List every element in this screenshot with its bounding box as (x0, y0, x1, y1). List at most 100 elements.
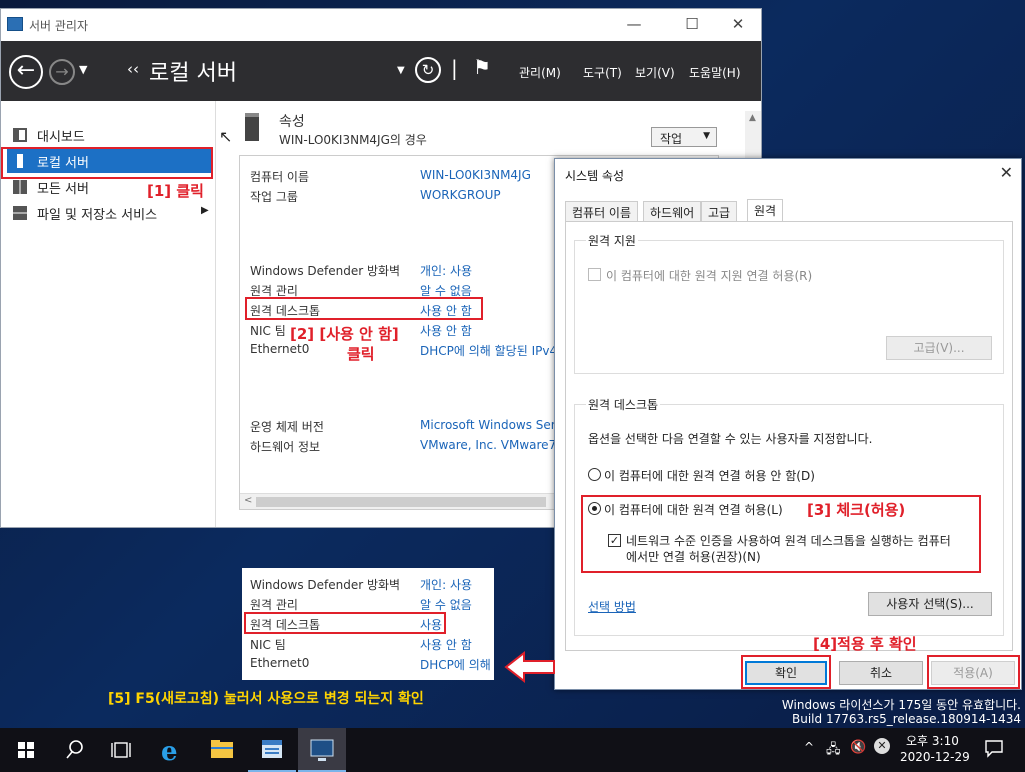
server-manager-app-icon (7, 17, 23, 31)
history-dropdown-icon[interactable]: ▼ (79, 63, 87, 76)
title-bar: 서버 관리자 — ☐ ✕ (1, 9, 761, 41)
network-icon[interactable]: 🖧 (826, 740, 841, 762)
breadcrumb-chevron-icon: ‹‹ (127, 60, 139, 78)
prop-value-firewall[interactable]: 개인: 사용 (420, 262, 472, 279)
folder-icon (211, 740, 233, 758)
taskbar: e ^ 🖧 🔇 ✕ 오후 3:10 2020-12-29 (0, 728, 1025, 772)
clock-time[interactable]: 오후 3:10 (906, 732, 959, 749)
tab-remote[interactable]: 원격 (747, 199, 784, 222)
back-arrow-icon[interactable]: ← (9, 55, 43, 89)
prop-label: Ethernet0 (250, 342, 310, 356)
prop-value-nic-teaming[interactable]: 사용 안 함 (420, 322, 472, 339)
prop-value-computer-name[interactable]: WIN-LO0KI3NM4JG (420, 168, 531, 182)
task-dropdown-button[interactable]: 작업 ▼ (651, 127, 717, 147)
menu-manage[interactable]: 관리(M) (519, 64, 561, 81)
tray-expand-icon[interactable]: ^ (804, 740, 814, 754)
prop-label: Windows Defender 방화벽 (250, 264, 401, 278)
tab-computer-name[interactable]: 컴퓨터 이름 (565, 201, 639, 221)
system-properties-taskbar-button[interactable] (298, 728, 346, 772)
advanced-button[interactable]: 고급(V)... (886, 336, 992, 360)
refresh-icon[interactable]: ↻ (415, 57, 441, 83)
separator: | (451, 56, 458, 80)
task-view-button[interactable] (98, 728, 146, 772)
menu-tools[interactable]: 도구(T) (583, 64, 622, 81)
highlight-box-allow-remote (581, 495, 981, 573)
select-users-button[interactable]: 사용자 선택(S)... (868, 592, 992, 616)
result-inset: Windows Defender 방화벽 개인: 사용 원격 관리 알 수 없음… (242, 568, 494, 680)
highlight-box-remote-desktop (245, 297, 483, 320)
sidebar-item-file-storage[interactable]: 파일 및 저장소 서비스 ▶ (7, 201, 212, 225)
servers-icon (13, 180, 27, 194)
maximize-button[interactable]: ☐ (677, 15, 707, 33)
file-explorer-button[interactable] (198, 728, 246, 772)
dashboard-icon (13, 128, 27, 142)
storage-icon (13, 206, 27, 220)
prop-value-os-version: Microsoft Windows Serve (420, 418, 571, 432)
tab-advanced[interactable]: 고급 (701, 201, 738, 221)
left-arrow-icon (504, 650, 555, 684)
chevron-right-icon: ▶ (201, 205, 209, 216)
scroll-up-icon[interactable]: ▲ (749, 113, 756, 123)
highlight-box-inset-remote-desktop (244, 612, 446, 634)
tab-hardware[interactable]: 하드웨어 (643, 201, 702, 221)
server-tower-icon (245, 113, 259, 141)
close-button[interactable]: ✕ (723, 15, 753, 33)
clock-date[interactable]: 2020-12-29 (900, 750, 970, 764)
svg-text:e: e (161, 737, 178, 767)
inset-value-remote-management: 알 수 없음 (420, 598, 472, 612)
prop-value-ethernet0[interactable]: DHCP에 의해 할당된 IPv4 (420, 342, 557, 359)
task-view-icon (111, 742, 131, 758)
remote-assistance-checkbox[interactable] (588, 268, 601, 281)
help-link[interactable]: 선택 방법 (588, 598, 636, 615)
highlight-box-apply (927, 655, 1020, 689)
chevron-down-icon: ▼ (703, 131, 710, 141)
notification-center-icon[interactable] (984, 738, 1004, 758)
prop-value-workgroup[interactable]: WORKGROUP (420, 188, 501, 202)
remote-tab-pane: 원격 지원 이 컴퓨터에 대한 원격 지원 연결 허용(R) 고급(V)... … (565, 221, 1013, 651)
prop-label: 작업 그룹 (250, 190, 298, 204)
inset-value-firewall: 개인: 사용 (420, 578, 473, 592)
annotation-step5: [5] F5(새로고침) 눌러서 사용으로 변경 되는지 확인 (108, 691, 424, 707)
inset-value-ethernet0: DHCP에 의해 (420, 658, 491, 672)
notification-flag-icon[interactable]: ⚑ (473, 55, 491, 79)
remote-desktop-description: 옵션을 선택한 다음 연결할 수 있는 사용자를 지정합니다. (588, 432, 873, 446)
build-text: Build 17763.rs5_release.180914-1434 (792, 712, 1021, 726)
computer-icon (310, 739, 334, 761)
start-button[interactable] (2, 728, 50, 772)
properties-subtitle: WIN-LO0KI3NM4JG의 경우 (279, 133, 427, 147)
dialog-close-icon[interactable]: ✕ (1000, 163, 1013, 182)
prop-label: 운영 체제 버전 (250, 420, 324, 434)
header-bar: ← → ▼ ‹‹ 로컬 서버 ▼ ↻ | ⚑ 관리(M) 도구(T) 보기(V)… (1, 41, 761, 101)
deny-remote-radio[interactable] (588, 468, 601, 481)
scrollbar-thumb[interactable] (256, 497, 546, 507)
prop-label: 하드웨어 정보 (250, 440, 321, 454)
annotation-step1: [1] 클릭 (147, 182, 204, 200)
search-icon (66, 740, 83, 759)
server-manager-icon (262, 740, 282, 758)
scroll-left-icon[interactable]: < (244, 495, 252, 506)
forward-arrow-icon[interactable]: → (49, 59, 75, 85)
prop-value-hardware: VMware, Inc. VMware7,1 (420, 438, 568, 452)
inset-label: NIC 팀 (250, 638, 286, 652)
annotation-step2-click: 클릭 (347, 345, 375, 363)
highlight-box-local-server (1, 147, 213, 179)
windows-logo-icon (18, 742, 34, 758)
internet-explorer-button[interactable]: e (148, 728, 196, 772)
mouse-cursor-icon: ↖ (219, 127, 233, 146)
remote-assistance-label: 이 컴퓨터에 대한 원격 지원 연결 허용(R) (606, 269, 813, 283)
properties-title: 속성 (279, 114, 305, 130)
cancel-button[interactable]: 취소 (839, 661, 923, 685)
highlight-box-ok (741, 655, 831, 689)
inset-label: Ethernet0 (250, 656, 310, 670)
menu-help[interactable]: 도움말(H) (689, 64, 741, 81)
menu-view[interactable]: 보기(V) (635, 64, 675, 81)
annotation-step3: [3] 체크(허용) (807, 501, 906, 519)
minimize-button[interactable]: — (619, 15, 649, 33)
search-button[interactable] (50, 728, 98, 772)
license-text: Windows 라이선스가 175일 동안 유효합니다. (781, 698, 1021, 712)
breadcrumb-dropdown-icon[interactable]: ▼ (397, 65, 405, 76)
error-status-icon[interactable]: ✕ (874, 738, 890, 754)
server-manager-taskbar-button[interactable] (248, 728, 296, 772)
speaker-muted-icon[interactable]: 🔇 (850, 740, 866, 755)
sidebar-item-dashboard[interactable]: 대시보드 (7, 123, 212, 147)
